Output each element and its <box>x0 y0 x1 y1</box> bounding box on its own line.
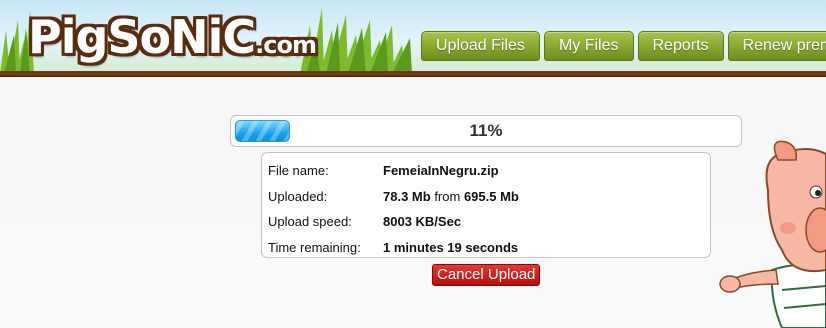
nav-my-files[interactable]: My Files <box>543 31 634 61</box>
site-logo[interactable]: PigSoNiC.com <box>28 10 317 70</box>
cancel-upload-button[interactable]: Cancel Upload <box>432 264 541 286</box>
uploaded-value: 78.3 Mb from 695.5 Mb <box>383 188 519 204</box>
remaining-label: Time remaining: <box>268 239 361 255</box>
header-divider <box>0 71 826 77</box>
logo-text: PigSoNiC <box>28 10 256 64</box>
logo-domain: .com <box>255 31 317 59</box>
uploaded-label: Uploaded: <box>268 188 328 204</box>
speed-label: Upload speed: <box>268 214 352 229</box>
speed-value: 8003 KB/Sec <box>383 214 462 229</box>
upload-info-panel: File name: FemeiaInNegru.zip Uploaded: 7… <box>261 152 711 258</box>
pig-mascot-icon <box>719 140 826 328</box>
remaining-value: 1 minutes 19 seconds <box>383 239 519 255</box>
upload-progress-bar: 11% <box>230 115 742 147</box>
nav-reports[interactable]: Reports <box>637 31 724 61</box>
file-name-label: File name: <box>268 163 329 178</box>
info-row-remaining: Time remaining: 1 minutes 19 seconds <box>268 235 710 261</box>
info-row-speed: Upload speed: 8003 KB/Sec <box>268 209 710 235</box>
main-nav: Upload Files My Files Reports Renew prem… <box>421 31 826 63</box>
info-row-file-name: File name: FemeiaInNegru.zip <box>268 158 710 184</box>
file-name-value: FemeiaInNegru.zip <box>383 163 499 178</box>
info-row-uploaded: Uploaded: 78.3 Mb from 695.5 Mb <box>268 184 710 210</box>
progress-percent: 11% <box>469 121 503 140</box>
nav-upload-files[interactable]: Upload Files <box>421 31 540 61</box>
site-header: PigSoNiC.com Upload Files My Files Repor… <box>0 0 826 74</box>
nav-renew-premium[interactable]: Renew premium <box>727 31 826 61</box>
